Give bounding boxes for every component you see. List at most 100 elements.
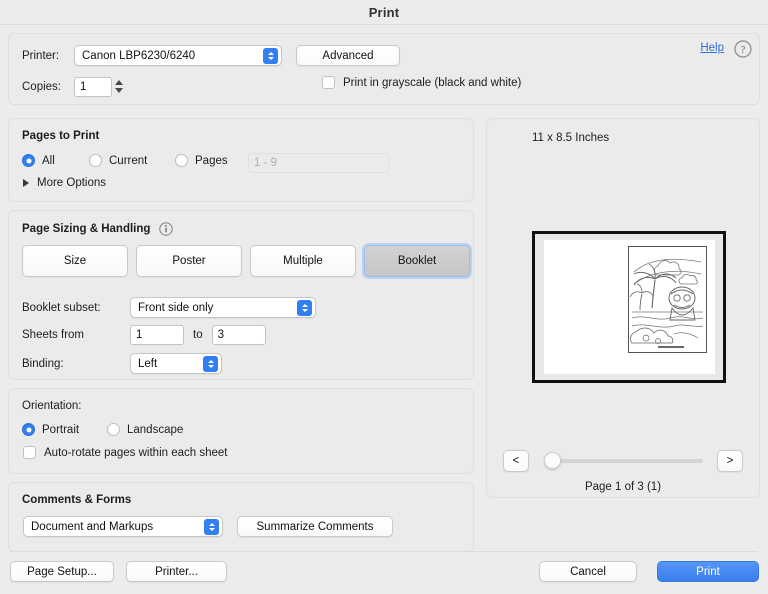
page-sheet: [544, 240, 715, 374]
copies-row: Copies: 1: [22, 76, 125, 97]
comments-forms-title: Comments & Forms: [22, 494, 132, 506]
page-preview: [532, 231, 726, 383]
radio-landscape[interactable]: [107, 423, 120, 436]
page-sizing-header: Page Sizing & Handling: [22, 222, 174, 236]
orientation-portrait-label: Portrait: [42, 423, 80, 436]
booklet-subset-label: Booklet subset:: [22, 301, 101, 314]
copies-input[interactable]: 1: [74, 76, 112, 97]
print-label: Print: [696, 565, 720, 578]
more-options-label: More Options: [37, 177, 107, 189]
grayscale-row[interactable]: Print in grayscale (black and white): [322, 76, 521, 89]
more-options-toggle[interactable]: More Options: [23, 177, 106, 189]
sheets-from-label: Sheets from: [22, 329, 84, 341]
pages-range-placeholder: 1 - 9: [254, 157, 278, 169]
printer-button[interactable]: Printer...: [126, 561, 227, 582]
help-link[interactable]: Help: [700, 42, 724, 54]
page-sizing-title: Page Sizing & Handling: [22, 223, 151, 235]
pages-range-input[interactable]: 1 - 9: [248, 153, 389, 173]
sheets-to-input[interactable]: 3: [211, 325, 266, 345]
page-setup-button[interactable]: Page Setup...: [10, 561, 114, 582]
pages-to-print-panel: Pages to Print All Current Pages 1 - 9 M…: [8, 118, 474, 202]
page-artwork-thumbnail: [628, 246, 707, 353]
print-preview-panel: 11 x 8.5 Inches < > Page 1 of 3 (1): [486, 118, 760, 498]
auto-rotate-checkbox[interactable]: [23, 446, 36, 459]
preview-next-page-button[interactable]: >: [717, 450, 743, 472]
stepper-down-icon[interactable]: [114, 88, 123, 93]
cancel-label: Cancel: [570, 565, 606, 578]
pages-option-pages[interactable]: Pages: [175, 154, 228, 167]
printer-select[interactable]: Canon LBP6230/6240: [74, 45, 282, 66]
sizing-mode-multiple[interactable]: Multiple: [250, 245, 356, 277]
page-setup-label: Page Setup...: [27, 565, 97, 578]
binding-select[interactable]: Left: [130, 353, 222, 374]
orientation-option-portrait[interactable]: Portrait: [22, 423, 79, 436]
advanced-label: Advanced: [322, 49, 374, 62]
printer-button-label: Printer...: [155, 565, 198, 578]
sizing-mode-booklet[interactable]: Booklet: [364, 245, 470, 277]
question-mark-circle-icon[interactable]: ?: [734, 40, 752, 58]
chevron-updown-icon: [204, 518, 219, 535]
sizing-mode-size[interactable]: Size: [22, 245, 128, 277]
comments-forms-select[interactable]: Document and Markups: [23, 516, 223, 537]
pages-option-current[interactable]: Current: [89, 154, 147, 167]
cancel-button[interactable]: Cancel: [539, 561, 637, 582]
summarize-comments-button[interactable]: Summarize Comments: [237, 516, 393, 537]
svg-text:?: ?: [741, 45, 746, 56]
footer-divider: [10, 551, 758, 552]
advanced-button[interactable]: Advanced: [296, 45, 400, 66]
pages-option-current-label: Current: [109, 154, 148, 167]
window-titlebar: Print: [0, 0, 768, 25]
comments-forms-panel: Comments & Forms Document and Markups Su…: [8, 482, 474, 552]
copies-value: 1: [80, 80, 87, 93]
binding-row: Binding: Left: [22, 353, 222, 374]
sizing-mode-poster-label: Poster: [172, 255, 206, 267]
auto-rotate-row[interactable]: Auto-rotate pages within each sheet: [23, 446, 227, 459]
preview-page-indicator: Page 1 of 3 (1): [584, 481, 662, 493]
slider-track[interactable]: [546, 459, 703, 463]
grayscale-checkbox[interactable]: [322, 76, 335, 89]
sizing-mode-booklet-label: Booklet: [397, 255, 437, 267]
chevron-updown-icon: [297, 299, 312, 316]
pages-to-print-title: Pages to Print: [22, 130, 100, 142]
sheets-from-input[interactable]: 1: [130, 325, 184, 345]
copies-stepper[interactable]: [112, 76, 125, 97]
sizing-mode-size-label: Size: [63, 255, 87, 267]
chevron-updown-icon: [263, 47, 278, 64]
preview-prev-label: <: [512, 455, 520, 467]
pages-option-all[interactable]: All: [22, 154, 55, 167]
orientation-panel: Orientation: Portrait Landscape Auto-rot…: [8, 388, 474, 474]
binding-value: Left: [138, 357, 158, 370]
info-circle-icon[interactable]: [159, 222, 174, 236]
printer-label: Printer:: [22, 49, 60, 62]
comments-forms-row: Document and Markups Summarize Comments: [23, 516, 393, 537]
pages-option-pages-label: Pages: [195, 154, 228, 167]
sheets-to-value: 3: [217, 329, 224, 341]
stepper-up-icon[interactable]: [114, 80, 123, 85]
comments-forms-value: Document and Markups: [31, 520, 154, 533]
chevron-updown-icon: [203, 355, 218, 372]
preview-next-label: >: [726, 455, 734, 467]
radio-pages[interactable]: [175, 154, 188, 167]
sheets-range-row: Sheets from 1 to 3: [22, 325, 266, 345]
radio-current[interactable]: [89, 154, 102, 167]
orientation-option-landscape[interactable]: Landscape: [107, 423, 183, 436]
print-button[interactable]: Print: [657, 561, 759, 582]
binding-label: Binding:: [22, 357, 64, 370]
printer-row: Printer: Canon LBP6230/6240 Advanced: [22, 45, 400, 66]
auto-rotate-label: Auto-rotate pages within each sheet: [44, 446, 228, 459]
orientation-landscape-label: Landscape: [127, 423, 184, 436]
preview-zoom-slider[interactable]: [544, 452, 703, 469]
booklet-subset-value: Front side only: [138, 301, 214, 314]
radio-all[interactable]: [22, 154, 35, 167]
sizing-mode-poster[interactable]: Poster: [136, 245, 242, 277]
radio-portrait[interactable]: [22, 423, 35, 436]
paper-size-label: 11 x 8.5 Inches: [532, 132, 610, 144]
booklet-subset-select[interactable]: Front side only: [130, 297, 316, 318]
disclosure-triangle-icon[interactable]: [23, 179, 29, 187]
sheets-to-label: to: [193, 329, 203, 341]
slider-knob[interactable]: [544, 452, 561, 469]
booklet-subset-row: Booklet subset: Front side only: [22, 297, 316, 318]
preview-prev-page-button[interactable]: <: [503, 450, 529, 472]
printer-selected-value: Canon LBP6230/6240: [82, 49, 196, 62]
grayscale-label: Print in grayscale (black and white): [343, 76, 522, 89]
